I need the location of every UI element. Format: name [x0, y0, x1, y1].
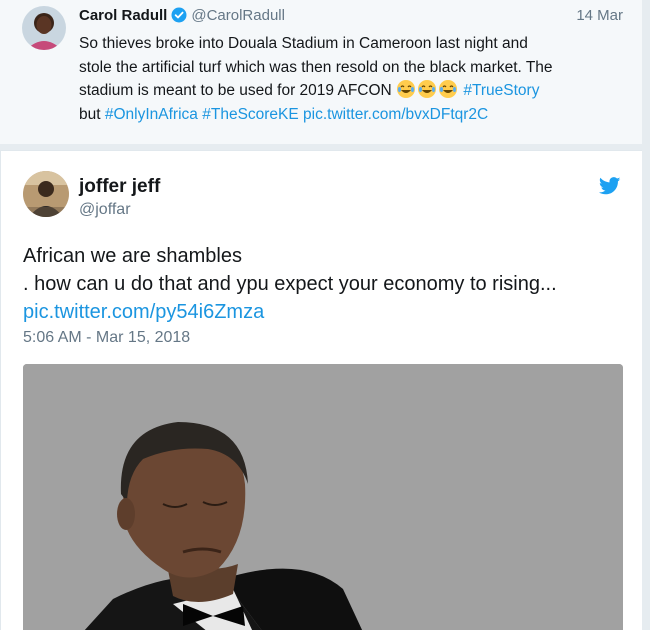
parent-tweet-avatar[interactable]: [22, 6, 66, 50]
laughing-tears-emoji-icon: [396, 79, 416, 99]
tweet-author-avatar[interactable]: [23, 171, 69, 217]
tweet-text-line: . how can u do that and ypu expect your …: [23, 273, 557, 295]
parent-pic-link[interactable]: pic.twitter.com/bvxDFtqr2C: [303, 106, 488, 123]
parent-tweet-date[interactable]: 14 Mar: [576, 7, 623, 24]
parent-tweet-header: Carol Radull @CarolRadull 14 Mar: [79, 7, 623, 29]
parent-text-line: So thieves broke into Douala Stadium in …: [79, 35, 528, 52]
parent-text-line-3: stadium is meant to be used for 2019 AFC…: [79, 79, 629, 103]
tweet-embed-frame: Carol Radull @CarolRadull 14 Mar So thiev…: [0, 0, 650, 630]
parent-text-line-4: but #OnlyInAfrica #TheScoreKE pic.twitte…: [79, 103, 629, 127]
parent-text-segment: stadium is meant to be used for 2019 AFC…: [79, 82, 392, 99]
hashtag-truestory-link[interactable]: #TrueStory: [463, 82, 539, 99]
twitter-bird-icon[interactable]: [598, 177, 621, 195]
parent-author-handle[interactable]: @CarolRadull: [191, 7, 285, 24]
parent-text-line: stole the artificial turf which was then…: [79, 58, 553, 76]
tweet-media-image[interactable]: [23, 364, 623, 630]
parent-text-segment: but: [79, 105, 101, 123]
laughing-tears-emoji-icon: [438, 79, 458, 99]
tweet-text: African we are shambles . how can u do t…: [23, 242, 623, 326]
verified-badge-icon: [171, 7, 187, 27]
tweet-card[interactable]: joffer jeff @joffar African we are shamb…: [0, 150, 643, 630]
tweet-author-name[interactable]: joffer jeff: [79, 176, 160, 198]
laughing-tears-emoji-icon: [417, 79, 437, 99]
tweet-pic-link[interactable]: pic.twitter.com/py54i6Zmza: [23, 301, 264, 323]
tweet-text-line: African we are shambles: [23, 245, 242, 267]
tweet-author-handle[interactable]: @joffar: [79, 201, 131, 219]
parent-tweet[interactable]: Carol Radull @CarolRadull 14 Mar So thiev…: [0, 0, 643, 144]
parent-tweet-text: So thieves broke into Douala Stadium in …: [79, 32, 629, 126]
tweet-timestamp[interactable]: 5:06 AM - Mar 15, 2018: [23, 329, 190, 347]
hashtag-onlyinafrica-link[interactable]: #OnlyInAfrica: [105, 106, 198, 123]
scrollbar[interactable]: [642, 0, 650, 630]
hashtag-thescoreke-link[interactable]: #TheScoreKE: [202, 106, 299, 123]
parent-author-name[interactable]: Carol Radull: [79, 7, 167, 24]
